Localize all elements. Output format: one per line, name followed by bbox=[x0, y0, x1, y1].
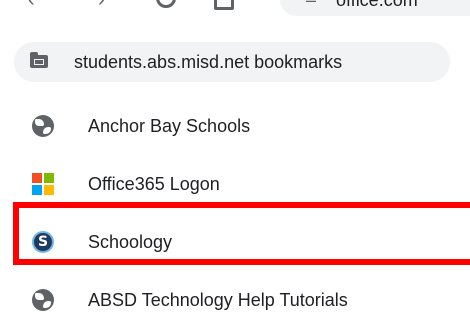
bookmark-list: Anchor Bay Schools Office365 Logon S Sch… bbox=[0, 98, 470, 330]
bookmark-label: ABSD Technology Help Tutorials bbox=[88, 290, 348, 310]
bookmark-label: Office365 Logon bbox=[88, 174, 220, 194]
schoology-icon: S bbox=[32, 231, 54, 253]
bookmark-folder-chip[interactable]: students.abs.misd.net bookmarks bbox=[14, 42, 450, 82]
site-info-icon[interactable]: – bbox=[306, 0, 316, 11]
bookmark-office365-logon[interactable]: Office365 Logon bbox=[0, 156, 470, 214]
reload-icon[interactable] bbox=[156, 0, 176, 8]
bookmark-absd-technology-help[interactable]: ABSD Technology Help Tutorials bbox=[0, 272, 470, 330]
globe-icon bbox=[32, 289, 54, 311]
bookmark-label: Anchor Bay Schools bbox=[88, 116, 251, 136]
bookmark-label: Schoology bbox=[88, 232, 173, 252]
bookmark-anchor-bay-schools[interactable]: Anchor Bay Schools bbox=[0, 98, 470, 156]
forward-icon[interactable]: › bbox=[98, 0, 105, 10]
address-text: office.com bbox=[336, 0, 418, 10]
back-icon[interactable]: ‹ bbox=[28, 0, 35, 10]
browser-toolbar: ‹ › – office.com bbox=[0, 0, 470, 18]
folder-label: students.abs.misd.net bookmarks bbox=[74, 52, 343, 72]
address-bar[interactable]: – office.com bbox=[280, 0, 470, 16]
tab-icon[interactable] bbox=[214, 0, 234, 10]
bookmark-schoology[interactable]: S Schoology bbox=[0, 214, 470, 272]
globe-icon bbox=[32, 115, 54, 137]
microsoft-icon bbox=[32, 173, 54, 195]
folder-icon bbox=[30, 52, 48, 68]
